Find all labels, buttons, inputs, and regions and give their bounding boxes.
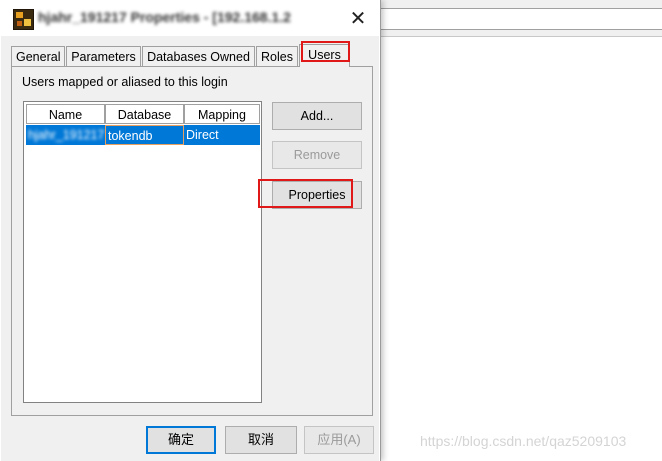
app-icon: [13, 9, 34, 30]
column-header-database[interactable]: Database: [105, 104, 184, 124]
properties-button[interactable]: Properties: [272, 181, 362, 209]
column-header-name[interactable]: Name: [26, 104, 105, 124]
watermark-text: https://blog.csdn.net/qaz5209103: [420, 433, 627, 449]
close-icon[interactable]: ✕: [340, 6, 376, 32]
tab-parameters[interactable]: Parameters: [66, 46, 141, 66]
title-bar[interactable]: hjahr_191217 Properties - [192.168.1.2 ✕: [0, 0, 380, 36]
users-list[interactable]: Name Database Mapping hjahr_191217 token…: [23, 101, 262, 403]
table-row[interactable]: hjahr_191217 tokendb Direct: [26, 125, 260, 145]
add-button[interactable]: Add...: [272, 102, 362, 130]
panel-caption: Users mapped or aliased to this login: [22, 75, 228, 89]
tab-databases-owned[interactable]: Databases Owned: [142, 46, 255, 66]
cell-database: tokendb: [105, 125, 184, 145]
remove-button[interactable]: Remove: [272, 141, 362, 169]
cancel-button[interactable]: 取消: [225, 426, 297, 454]
background-field: [380, 8, 662, 30]
window-title: hjahr_191217 Properties - [192.168.1.2: [38, 9, 291, 25]
dialog-body: General Parameters Databases Owned Roles…: [1, 36, 379, 461]
properties-dialog: hjahr_191217 Properties - [192.168.1.2 ✕…: [0, 0, 381, 461]
cell-name: hjahr_191217: [28, 128, 105, 142]
column-header-mapping[interactable]: Mapping: [184, 104, 260, 124]
tab-users-highlight: [301, 41, 350, 62]
users-panel: Users mapped or aliased to this login Na…: [11, 66, 373, 416]
apply-button[interactable]: 应用(A): [304, 426, 374, 454]
ok-button[interactable]: 确定: [146, 426, 216, 454]
tab-roles[interactable]: Roles: [256, 46, 298, 66]
cell-mapping: Direct: [186, 128, 219, 142]
tab-general[interactable]: General: [11, 46, 65, 66]
